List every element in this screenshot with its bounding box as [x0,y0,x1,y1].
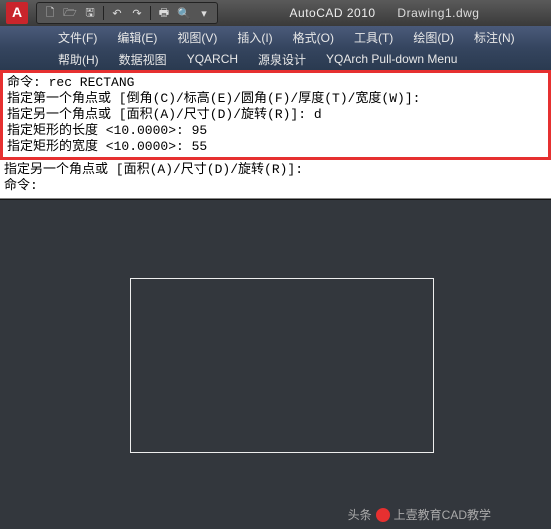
cmd-prompt[interactable]: 命令: [4,178,547,194]
menu-tools[interactable]: 工具(T) [344,27,403,48]
find-icon[interactable]: 🔍 [175,4,193,22]
titlebar: A 🗋 🗁 🖫 ↶ ↷ 🖶 🔍 ▾ AutoCAD 2010 Drawing1.… [0,0,551,26]
menubar-row1: 文件(F) 编辑(E) 视图(V) 插入(I) 格式(O) 工具(T) 绘图(D… [0,26,551,48]
menu-pulldown[interactable]: YQArch Pull-down Menu [316,50,467,68]
menu-yuanquan[interactable]: 源泉设计 [248,49,316,70]
cmd-line: 命令: rec RECTANG [7,75,544,91]
menu-view[interactable]: 视图(V) [167,27,227,48]
cmd-line: 指定矩形的长度 <10.0000>: 95 [7,123,544,139]
separator [103,6,104,20]
menubar-row2: 帮助(H) 数据视图 YQARCH 源泉设计 YQArch Pull-down … [0,48,551,70]
dropdown-icon[interactable]: ▾ [195,4,213,22]
doc-name: Drawing1.dwg [397,6,479,20]
save-icon[interactable]: 🖫 [81,4,99,22]
command-line[interactable]: 指定另一个角点或 [面积(A)/尺寸(D)/旋转(R)]: 命令: [0,160,551,199]
app-title: AutoCAD 2010 Drawing1.dwg [218,6,551,20]
menu-annotate[interactable]: 标注(N) [464,27,525,48]
drawing-viewport[interactable]: 头条 上壹教育CAD教学 [0,199,551,529]
watermark-text: 上壹教育CAD教学 [394,506,491,523]
cmd-line: 指定第一个角点或 [倒角(C)/标高(E)/圆角(F)/厚度(T)/宽度(W)]… [7,91,544,107]
menu-help[interactable]: 帮助(H) [48,49,109,70]
menu-yqarch[interactable]: YQARCH [177,50,248,68]
menu-dataview[interactable]: 数据视图 [109,49,177,70]
app-name: AutoCAD 2010 [290,6,376,20]
undo-icon[interactable]: ↶ [108,4,126,22]
watermark-prefix: 头条 [348,506,372,523]
menu-format[interactable]: 格式(O) [283,27,344,48]
menu-insert[interactable]: 插入(I) [227,27,282,48]
redo-icon[interactable]: ↷ [128,4,146,22]
menu-edit[interactable]: 编辑(E) [107,27,167,48]
watermark-icon [376,508,390,522]
cmd-line: 指定矩形的宽度 <10.0000>: 55 [7,139,544,155]
watermark: 头条 上壹教育CAD教学 [348,506,491,523]
cmd-line: 指定另一个角点或 [面积(A)/尺寸(D)/旋转(R)]: [4,162,547,178]
rectangle-shape[interactable] [130,278,434,453]
menu-draw[interactable]: 绘图(D) [403,27,464,48]
print-icon[interactable]: 🖶 [155,4,173,22]
separator [150,6,151,20]
open-icon[interactable]: 🗁 [61,4,79,22]
menu-file[interactable]: 文件(F) [48,27,107,48]
app-logo[interactable]: A [6,2,28,24]
cmd-line: 指定另一个角点或 [面积(A)/尺寸(D)/旋转(R)]: d [7,107,544,123]
command-history-highlight: 命令: rec RECTANG 指定第一个角点或 [倒角(C)/标高(E)/圆角… [0,70,551,160]
new-icon[interactable]: 🗋 [41,4,59,22]
quick-access-toolbar: 🗋 🗁 🖫 ↶ ↷ 🖶 🔍 ▾ [36,2,218,24]
